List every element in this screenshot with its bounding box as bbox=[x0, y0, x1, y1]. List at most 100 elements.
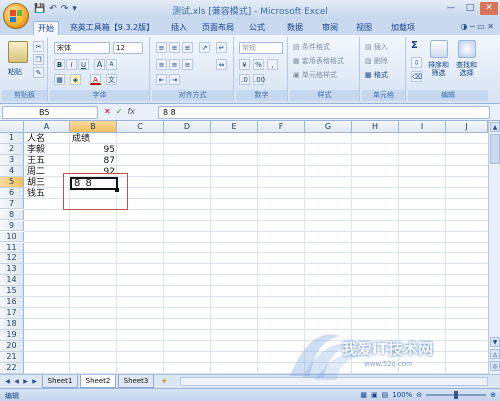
column-header-a[interactable]: A bbox=[24, 121, 70, 133]
orientation-icon[interactable]: ↗ bbox=[199, 42, 210, 53]
row-header-21[interactable]: 21 bbox=[0, 352, 24, 363]
column-header-i[interactable]: I bbox=[399, 121, 446, 133]
shrink-font-button[interactable]: A bbox=[106, 59, 117, 70]
column-header-j[interactable]: J bbox=[446, 121, 488, 133]
tab-home[interactable]: 开始 bbox=[33, 21, 59, 35]
cell-a4[interactable]: 周二 bbox=[27, 167, 45, 177]
fill-color-icon[interactable]: ◈ bbox=[70, 74, 81, 85]
increase-decimal-icon[interactable]: .0 bbox=[239, 74, 250, 85]
decrease-indent-icon[interactable]: ⇤ bbox=[156, 74, 167, 85]
page-layout-view-icon[interactable]: ▣ bbox=[371, 391, 378, 399]
align-top-icon[interactable]: ≡ bbox=[156, 42, 167, 53]
row-header-15[interactable]: 15 bbox=[0, 286, 24, 298]
autosum-button[interactable]: Σ bbox=[411, 40, 418, 51]
sheet-tab-3[interactable]: Sheet3 bbox=[118, 375, 154, 388]
fill-handle[interactable] bbox=[115, 188, 119, 192]
font-name-input[interactable]: 宋体 bbox=[54, 42, 110, 54]
conditional-format-button[interactable]: ▤ 条件格式 bbox=[293, 42, 330, 52]
sheet-tab-1[interactable]: Sheet1 bbox=[42, 375, 78, 388]
row-header-2[interactable]: 2 bbox=[0, 143, 24, 155]
bold-button[interactable]: B bbox=[54, 59, 65, 70]
zoom-slider[interactable] bbox=[426, 391, 487, 399]
enter-icon[interactable]: ✓ bbox=[116, 107, 123, 116]
close-button[interactable]: ✕ bbox=[480, 2, 498, 15]
column-header-g[interactable]: G bbox=[305, 121, 352, 133]
vertical-scrollbar[interactable]: ▲ ▼ ◬ ◎ bbox=[488, 121, 500, 374]
cell-styles-button[interactable]: ▣ 单元格样式 bbox=[293, 70, 337, 80]
tab-formulas[interactable]: 公式 bbox=[245, 21, 269, 35]
sort-filter-icon[interactable] bbox=[430, 40, 448, 58]
cell-b3[interactable]: 87 bbox=[72, 156, 115, 166]
cell-b1[interactable]: 成绩 bbox=[72, 134, 90, 144]
tab-insert[interactable]: 插入 bbox=[167, 21, 191, 35]
tab-page-layout[interactable]: 页面布局 bbox=[198, 21, 238, 35]
last-sheet-icon[interactable]: ▶ bbox=[30, 377, 39, 386]
row-header-12[interactable]: 12 bbox=[0, 253, 24, 265]
insert-cells-button[interactable]: ▤ 插入 bbox=[365, 42, 388, 52]
column-header-f[interactable]: F bbox=[258, 121, 305, 133]
border-icon[interactable]: ▦ bbox=[54, 74, 65, 85]
wrap-text-icon[interactable]: ↵ bbox=[216, 42, 227, 53]
column-header-e[interactable]: E bbox=[211, 121, 258, 133]
insert-sheet-icon[interactable]: ✚ bbox=[157, 377, 171, 386]
row-header-16[interactable]: 16 bbox=[0, 297, 24, 309]
align-right-icon[interactable]: ≡ bbox=[182, 59, 193, 70]
tab-toolbox[interactable]: 充英工具箱【9.3.2版】 bbox=[64, 21, 160, 35]
row-header-9[interactable]: 9 bbox=[0, 220, 24, 232]
row-header-14[interactable]: 14 bbox=[0, 275, 24, 287]
minimize-button[interactable]: — bbox=[442, 2, 460, 15]
cell-a1[interactable]: 人名 bbox=[27, 134, 45, 144]
horizontal-scrollbar[interactable] bbox=[180, 377, 488, 386]
cell-b2[interactable]: 95 bbox=[72, 145, 115, 155]
format-painter-icon[interactable]: ✎ bbox=[33, 67, 44, 78]
first-sheet-icon[interactable]: ◀ bbox=[3, 377, 12, 386]
cell-a5[interactable]: 胡三 bbox=[27, 178, 45, 188]
next-page-icon[interactable]: ◎ bbox=[490, 361, 500, 371]
normal-view-icon[interactable]: ▦ bbox=[360, 391, 367, 399]
zoom-level[interactable]: 100% bbox=[392, 391, 412, 399]
increase-indent-icon[interactable]: ⇥ bbox=[169, 74, 180, 85]
find-select-icon[interactable] bbox=[458, 40, 476, 58]
cancel-icon[interactable]: ✕ bbox=[104, 107, 111, 116]
column-header-h[interactable]: H bbox=[352, 121, 399, 133]
column-header-d[interactable]: D bbox=[164, 121, 211, 133]
maximize-button[interactable]: □ bbox=[461, 2, 479, 15]
grow-font-button[interactable]: A bbox=[94, 59, 105, 70]
currency-icon[interactable]: ¥ bbox=[239, 59, 250, 70]
tab-view[interactable]: 视图 bbox=[352, 21, 376, 35]
row-header-10[interactable]: 10 bbox=[0, 231, 24, 243]
select-all-corner[interactable] bbox=[0, 121, 24, 133]
prev-sheet-icon[interactable]: ◀ bbox=[12, 377, 21, 386]
scroll-up-icon[interactable]: ▲ bbox=[490, 122, 500, 132]
row-header-18[interactable]: 18 bbox=[0, 319, 24, 330]
next-sheet-icon[interactable]: ▶ bbox=[21, 377, 30, 386]
paste-icon[interactable] bbox=[8, 41, 28, 63]
column-header-c[interactable]: C bbox=[117, 121, 164, 133]
italic-button[interactable]: I bbox=[66, 59, 77, 70]
row-header-11[interactable]: 11 bbox=[0, 242, 24, 254]
row-header-19[interactable]: 19 bbox=[0, 330, 24, 341]
align-middle-icon[interactable]: ≡ bbox=[169, 42, 180, 53]
row-header-22[interactable]: 22 bbox=[0, 362, 24, 374]
tab-addins[interactable]: 加载项 bbox=[386, 21, 420, 35]
format-as-table-button[interactable]: ▦ 套用表格格式 bbox=[293, 56, 344, 66]
cell-a2[interactable]: 李毅 bbox=[27, 145, 45, 155]
fill-icon[interactable]: ⇩ bbox=[411, 57, 422, 68]
formula-input[interactable]: 8 8 bbox=[158, 106, 490, 119]
worksheet-grid[interactable]: A B C D E F G H I J 1 2 3 4 5 6 7 8 9 10 11 12 13 14 1… bbox=[0, 121, 488, 374]
row-header-1[interactable]: 1 bbox=[0, 133, 24, 144]
font-color-button[interactable]: A bbox=[90, 74, 101, 85]
clear-icon[interactable]: ⌫ bbox=[411, 71, 422, 82]
number-format-select[interactable]: 常规 bbox=[239, 42, 283, 54]
delete-cells-button[interactable]: ▧ 删除 bbox=[365, 56, 388, 66]
column-header-b[interactable]: B bbox=[70, 121, 117, 133]
comma-button[interactable]: , bbox=[267, 59, 278, 70]
name-box[interactable]: B5 bbox=[2, 106, 98, 119]
cut-icon[interactable]: ✂ bbox=[33, 41, 44, 52]
office-button[interactable] bbox=[3, 3, 29, 29]
scroll-down-icon[interactable]: ▼ bbox=[490, 337, 500, 347]
cell-a6[interactable]: 钱五 bbox=[27, 189, 45, 199]
scroll-thumb[interactable] bbox=[490, 134, 500, 164]
row-header-5[interactable]: 5 bbox=[0, 176, 24, 188]
copy-icon[interactable]: ❐ bbox=[33, 54, 44, 65]
